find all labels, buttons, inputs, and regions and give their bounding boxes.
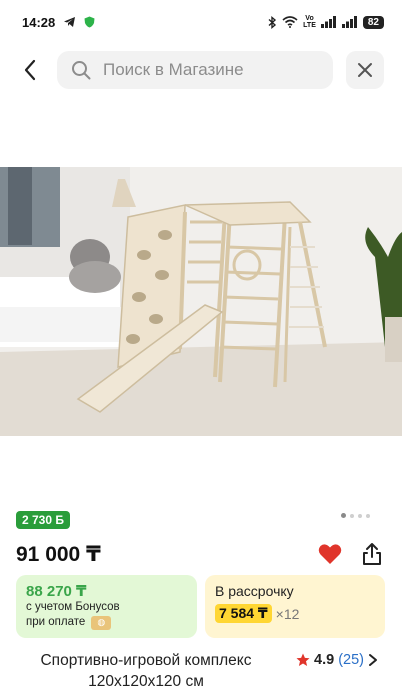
chevron-right-icon	[369, 654, 377, 666]
installment-multiplier: ×12	[275, 605, 300, 622]
price-row: 91 000 ₸	[16, 539, 386, 569]
reviews-count: (25)	[338, 652, 364, 668]
share-icon	[363, 543, 381, 565]
gallery-pager	[341, 513, 370, 518]
search-input[interactable]: Поиск в Магазине	[57, 51, 333, 89]
status-bar: 14:28 Vo LTE 82	[0, 0, 402, 44]
product-image[interactable]	[0, 167, 402, 436]
pager-dot-active	[341, 513, 346, 518]
rating-link[interactable]: 4.9 (25)	[296, 652, 378, 668]
installment-card[interactable]: В рассрочку 7 584 ₸ ×12	[205, 575, 385, 638]
signal-icon-2	[341, 16, 358, 28]
bonus-note-line2: при оплате	[26, 616, 86, 628]
back-button[interactable]	[16, 56, 44, 84]
bonus-price: 88 270 ₸	[26, 583, 87, 600]
share-button[interactable]	[358, 540, 386, 568]
wifi-icon	[282, 16, 298, 28]
bonus-coin-icon: ◍	[91, 615, 112, 630]
product-price: 91 000 ₸	[16, 542, 101, 566]
close-button[interactable]	[346, 51, 384, 89]
close-icon	[358, 63, 372, 77]
signal-icon	[320, 16, 337, 28]
status-time: 14:28	[22, 14, 56, 30]
shield-icon	[84, 16, 95, 28]
volte-icon: Vo LTE	[303, 15, 316, 29]
heart-icon	[318, 544, 342, 564]
pager-dot	[366, 513, 370, 518]
star-icon	[296, 653, 310, 666]
bonus-note-line1: с учетом Бонусов	[26, 601, 120, 613]
search-icon	[72, 61, 91, 80]
pager-dot	[358, 513, 362, 518]
battery-indicator: 82	[362, 15, 384, 29]
rating-value: 4.9	[314, 652, 335, 668]
search-placeholder: Поиск в Магазине	[103, 60, 244, 79]
top-bar: Поиск в Магазине	[0, 50, 402, 90]
product-title: Спортивно-игровой комплекс 120х120х120 с…	[40, 652, 252, 690]
bonus-badge: 2 730 Б	[16, 511, 70, 529]
pager-dot	[350, 513, 354, 518]
title-row: Спортивно-игровой комплекс 120х120х120 с…	[16, 650, 386, 692]
bluetooth-icon	[268, 15, 277, 29]
installment-price: 7 584 ₸	[215, 604, 272, 623]
telegram-icon	[63, 16, 76, 28]
chevron-left-icon	[24, 59, 36, 81]
installment-label: В рассрочку	[215, 583, 294, 599]
bonus-price-card[interactable]: 88 270 ₸ с учетом Бонусов при оплате ◍	[16, 575, 197, 638]
favorite-button[interactable]	[316, 540, 344, 568]
